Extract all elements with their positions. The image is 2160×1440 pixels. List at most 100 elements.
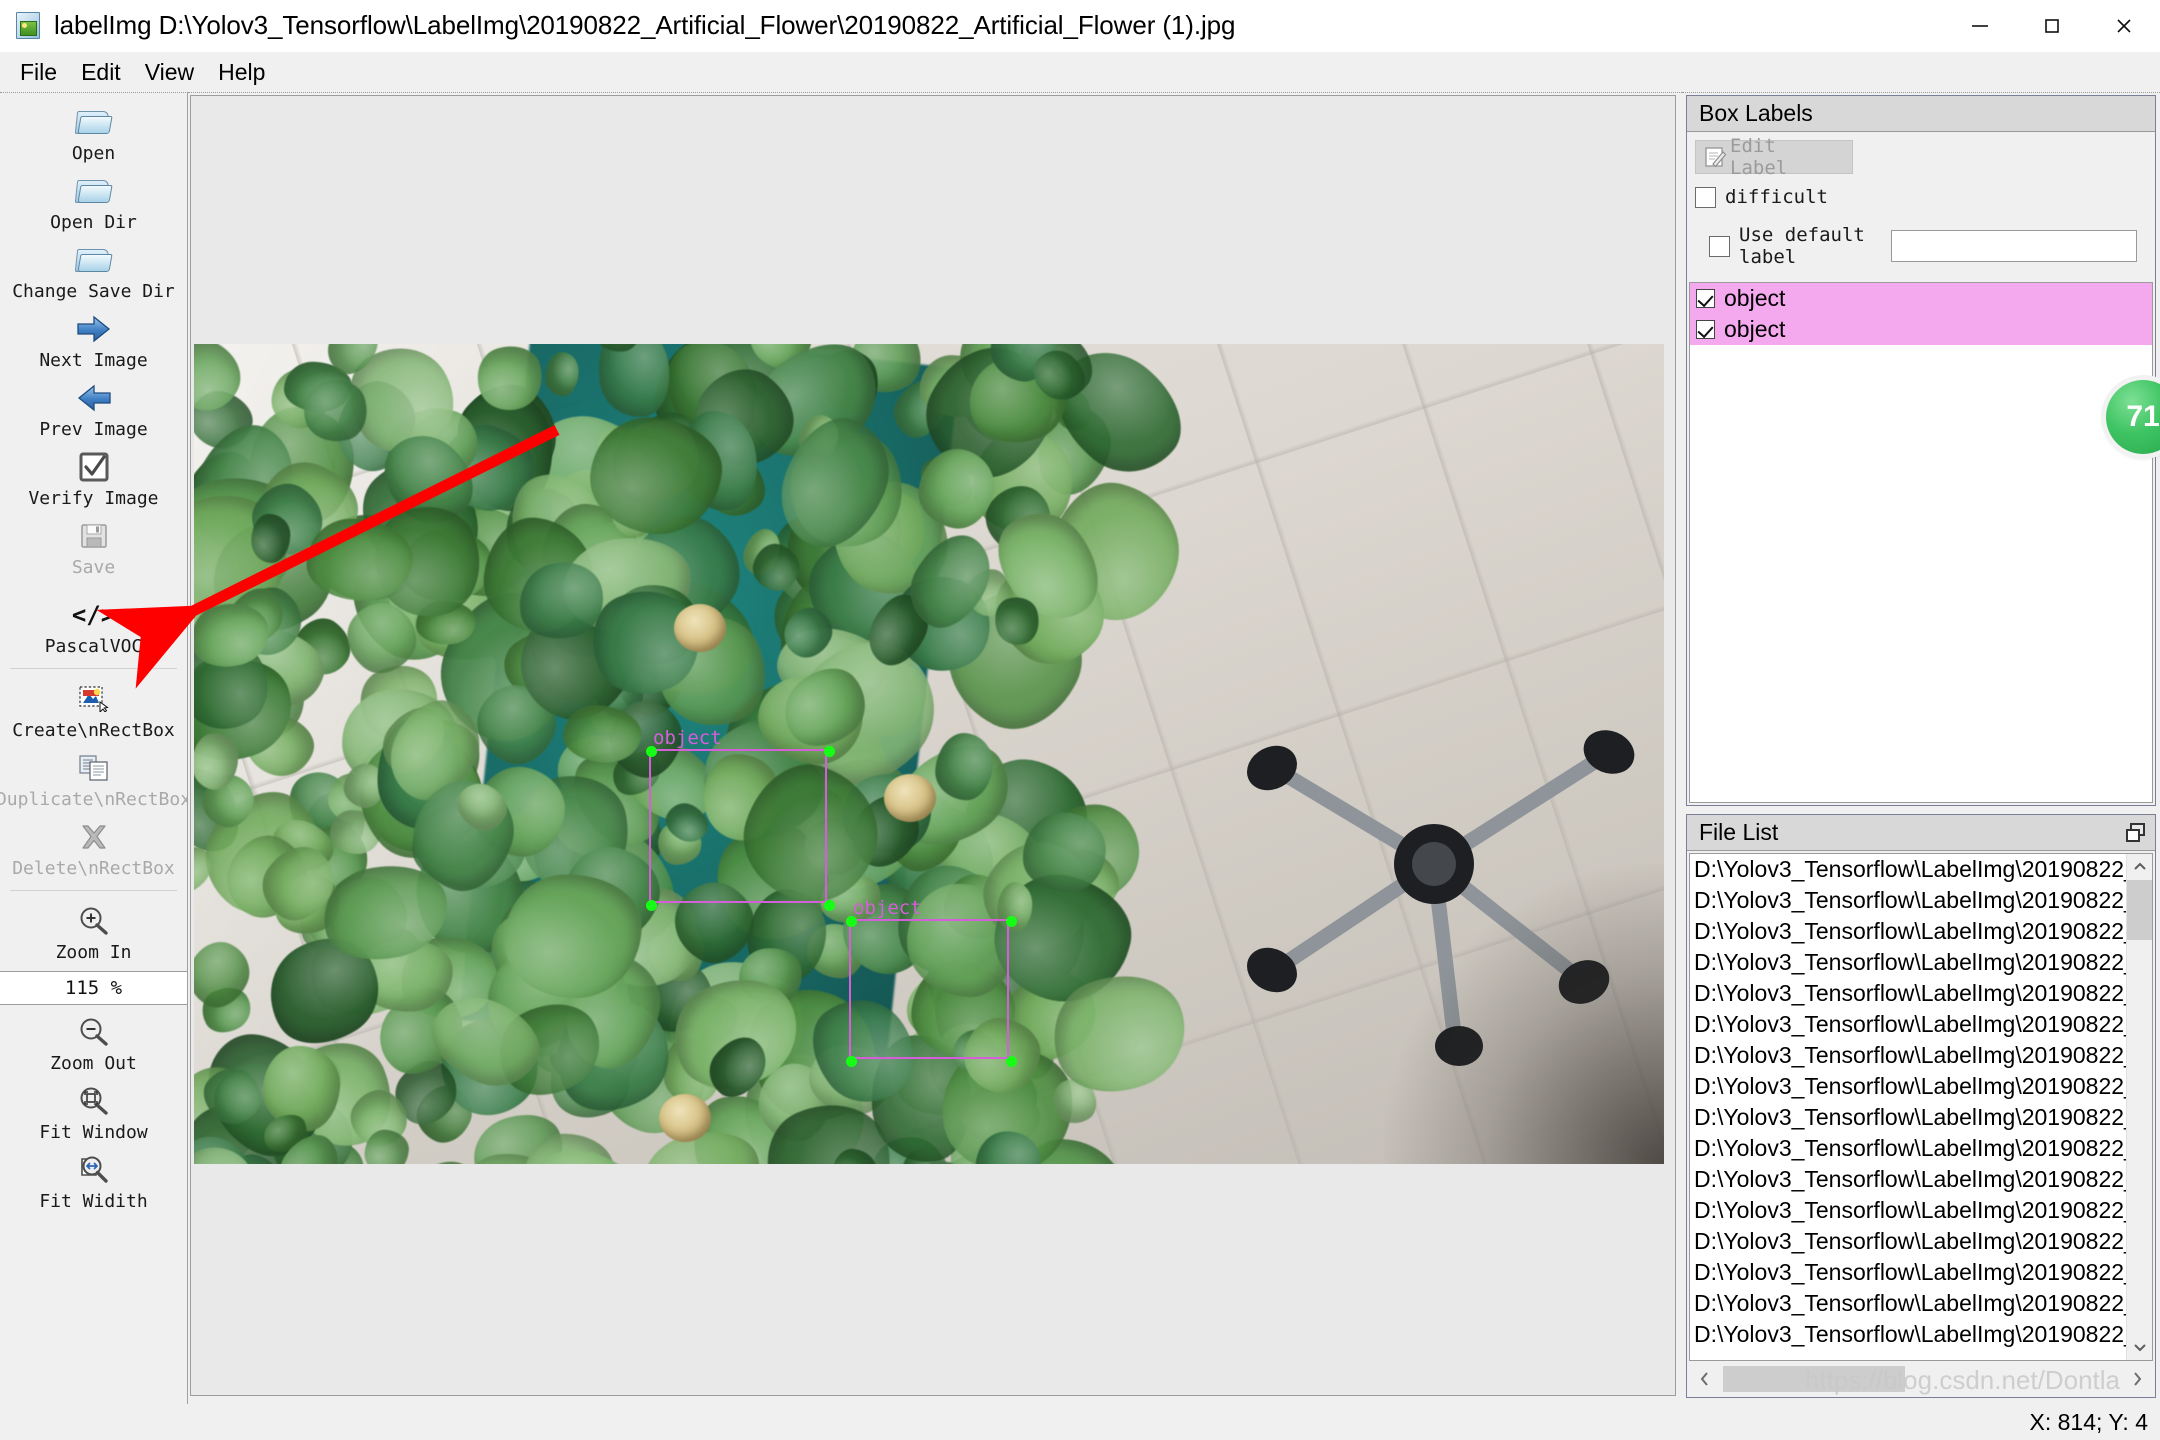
file-list-row[interactable]: D:\Yolov3_Tensorflow\LabelImg\20190822_A <box>1690 1071 2126 1102</box>
edit-label-button-text: Edit Label <box>1730 135 1788 179</box>
toolbar-fit-width[interactable]: Fit Widith <box>0 1147 187 1216</box>
menu-file[interactable]: File <box>8 56 69 89</box>
zoom-in-icon <box>72 902 116 940</box>
horizontal-scroll-thumb[interactable] <box>1723 1366 1905 1392</box>
toolbar-zoom-in[interactable]: Zoom In <box>0 898 187 967</box>
toolbar-duplicate-rectbox[interactable]: Duplicate\nRectBox <box>0 745 187 814</box>
box-labels-body: Edit Label difficult Use default label o… <box>1687 132 2155 805</box>
close-button[interactable] <box>2088 0 2160 51</box>
canvas-frame[interactable]: object object <box>190 95 1676 1396</box>
file-list-row[interactable]: D:\Yolov3_Tensorflow\LabelImg\20190822_A <box>1690 1257 2126 1288</box>
zoom-value-field[interactable]: 115 % <box>0 971 187 1005</box>
file-list-row[interactable]: D:\Yolov3_Tensorflow\LabelImg\20190822_A <box>1690 1226 2126 1257</box>
vertical-scroll-track[interactable] <box>2127 940 2153 1334</box>
box-label-text: object <box>1724 316 1786 342</box>
window-title: labelImg D:\Yolov3_Tensorflow\LabelImg\2… <box>54 10 1236 40</box>
file-list-horizontal-scrollbar[interactable] <box>1689 1363 2153 1395</box>
bbox-vertex[interactable] <box>824 900 835 911</box>
scroll-up-icon[interactable] <box>2127 854 2153 880</box>
toolbar-next-image-label: Next Image <box>39 350 148 371</box>
toolbar-fit-window-label: Fit Window <box>39 1122 148 1143</box>
zoom-value-text: 115 % <box>64 977 123 999</box>
file-list-body: D:\Yolov3_Tensorflow\LabelImg\20190822_A… <box>1687 851 2155 1397</box>
toolbar-verify-image[interactable]: Verify Image <box>0 444 187 513</box>
floppy-disk-icon <box>72 517 116 555</box>
menu-view[interactable]: View <box>133 56 206 89</box>
file-list-panel: File List D:\Yolov3_Tensorflow\LabelImg\… <box>1686 814 2156 1398</box>
scroll-left-icon[interactable] <box>1689 1363 1721 1395</box>
maximize-button[interactable] <box>2016 0 2088 51</box>
toolbar-change-save-dir-label: Change Save Dir <box>12 281 175 302</box>
toolbar-fit-window[interactable]: Fit Window <box>0 1078 187 1147</box>
toolbar-separator-2 <box>10 890 177 891</box>
file-list-row[interactable]: D:\Yolov3_Tensorflow\LabelImg\20190822_A <box>1690 947 2126 978</box>
edit-label-button[interactable]: Edit Label <box>1695 135 1853 179</box>
canvas-area[interactable]: object object <box>188 92 1682 1404</box>
right-dock: Box Labels Edit Label difficult Use defa… <box>1682 92 2160 1404</box>
file-list-row[interactable]: D:\Yolov3_Tensorflow\LabelImg\20190822_A <box>1690 1319 2126 1350</box>
bbox-vertex[interactable] <box>824 746 835 757</box>
annotated-image[interactable]: object object <box>194 344 1664 1164</box>
file-list-items[interactable]: D:\Yolov3_Tensorflow\LabelImg\20190822_A… <box>1690 854 2126 1360</box>
difficult-checkbox-row[interactable]: difficult <box>1695 186 2155 208</box>
menu-edit[interactable]: Edit <box>69 56 133 89</box>
use-default-label-row[interactable]: Use default label <box>1709 224 2147 268</box>
open-folder-icon <box>72 172 116 210</box>
bounding-box[interactable]: object <box>646 727 835 911</box>
bbox-vertex[interactable] <box>1006 1056 1017 1067</box>
use-default-label-checkbox[interactable] <box>1709 235 1730 257</box>
toolbar-delete-rectbox[interactable]: Delete\nRectBox <box>0 814 187 883</box>
box-label-item[interactable]: object <box>1690 314 2152 345</box>
file-list-row[interactable]: D:\Yolov3_Tensorflow\LabelImg\20190822_A <box>1690 1040 2126 1071</box>
scroll-right-icon[interactable] <box>2121 1363 2153 1395</box>
bbox-vertex[interactable] <box>646 900 657 911</box>
file-list-row[interactable]: D:\Yolov3_Tensorflow\LabelImg\20190822_A <box>1690 1133 2126 1164</box>
scroll-down-icon[interactable] <box>2127 1334 2153 1360</box>
bbox-vertex[interactable] <box>1006 916 1017 927</box>
file-list-row[interactable]: D:\Yolov3_Tensorflow\LabelImg\20190822_A <box>1690 1164 2126 1195</box>
toolbar-prev-image[interactable]: Prev Image <box>0 375 187 444</box>
bbox-vertex[interactable] <box>646 746 657 757</box>
file-list-row[interactable]: D:\Yolov3_Tensorflow\LabelImg\20190822_A <box>1690 1195 2126 1226</box>
box-label-text: object <box>1724 285 1786 311</box>
file-list-row[interactable]: D:\Yolov3_Tensorflow\LabelImg\20190822_A <box>1690 1288 2126 1319</box>
toolbar-next-image[interactable]: Next Image <box>0 306 187 375</box>
toolbar-save[interactable]: Save <box>0 513 187 582</box>
minimize-button[interactable] <box>1944 0 2016 51</box>
default-label-input[interactable] <box>1891 230 2137 262</box>
file-list-vertical-scrollbar[interactable] <box>2126 854 2152 1360</box>
bbox-vertex[interactable] <box>846 916 857 927</box>
toolbar-duplicate-rectbox-label: Duplicate\nRectBox <box>0 789 188 810</box>
box-label-checkbox[interactable] <box>1696 289 1715 308</box>
toolbar-fit-width-label: Fit Widith <box>39 1191 148 1212</box>
left-toolbar: Open Open Dir Change Save Dir Next Image… <box>0 92 188 1404</box>
file-list-row[interactable]: D:\Yolov3_Tensorflow\LabelImg\20190822_A <box>1690 854 2126 885</box>
difficult-checkbox[interactable] <box>1695 186 1716 208</box>
box-labels-list[interactable]: object object <box>1689 282 2153 803</box>
file-list-row[interactable]: D:\Yolov3_Tensorflow\LabelImg\20190822_A <box>1690 916 2126 947</box>
box-label-item[interactable]: object <box>1690 283 2152 314</box>
bounding-box[interactable]: object <box>846 897 1017 1067</box>
file-list-row[interactable]: D:\Yolov3_Tensorflow\LabelImg\20190822_A <box>1690 885 2126 916</box>
dried-flower <box>659 1094 711 1142</box>
toolbar-open-dir[interactable]: Open Dir <box>0 168 187 237</box>
toolbar-separator <box>10 668 177 669</box>
undock-icon[interactable] <box>2125 822 2147 844</box>
cursor-coordinates: X: 814; Y: 4 <box>2029 1408 2148 1435</box>
file-list-inner[interactable]: D:\Yolov3_Tensorflow\LabelImg\20190822_A… <box>1689 853 2153 1361</box>
box-label-checkbox[interactable] <box>1696 320 1715 339</box>
vertical-scroll-thumb[interactable] <box>2126 880 2152 940</box>
box-labels-panel: Box Labels Edit Label difficult Use defa… <box>1686 95 2156 806</box>
labelimg-window: labelImg D:\Yolov3_Tensorflow\LabelImg\2… <box>0 0 2160 1440</box>
file-list-row[interactable]: D:\Yolov3_Tensorflow\LabelImg\20190822_A <box>1690 978 2126 1009</box>
toolbar-zoom-out[interactable]: Zoom Out <box>0 1009 187 1078</box>
toolbar-pascalvoc[interactable]: </> PascalVOC <box>0 592 187 661</box>
file-list-row[interactable]: D:\Yolov3_Tensorflow\LabelImg\20190822_A <box>1690 1009 2126 1040</box>
bbox-vertex[interactable] <box>846 1056 857 1067</box>
toolbar-change-save-dir[interactable]: Change Save Dir <box>0 237 187 306</box>
file-list-row[interactable]: D:\Yolov3_Tensorflow\LabelImg\20190822_A <box>1690 1102 2126 1133</box>
toolbar-create-rectbox[interactable]: Create\nRectBox <box>0 676 187 745</box>
menu-help[interactable]: Help <box>206 56 277 89</box>
toolbar-open[interactable]: Open <box>0 99 187 168</box>
toolbar-delete-rectbox-label: Delete\nRectBox <box>12 858 175 879</box>
